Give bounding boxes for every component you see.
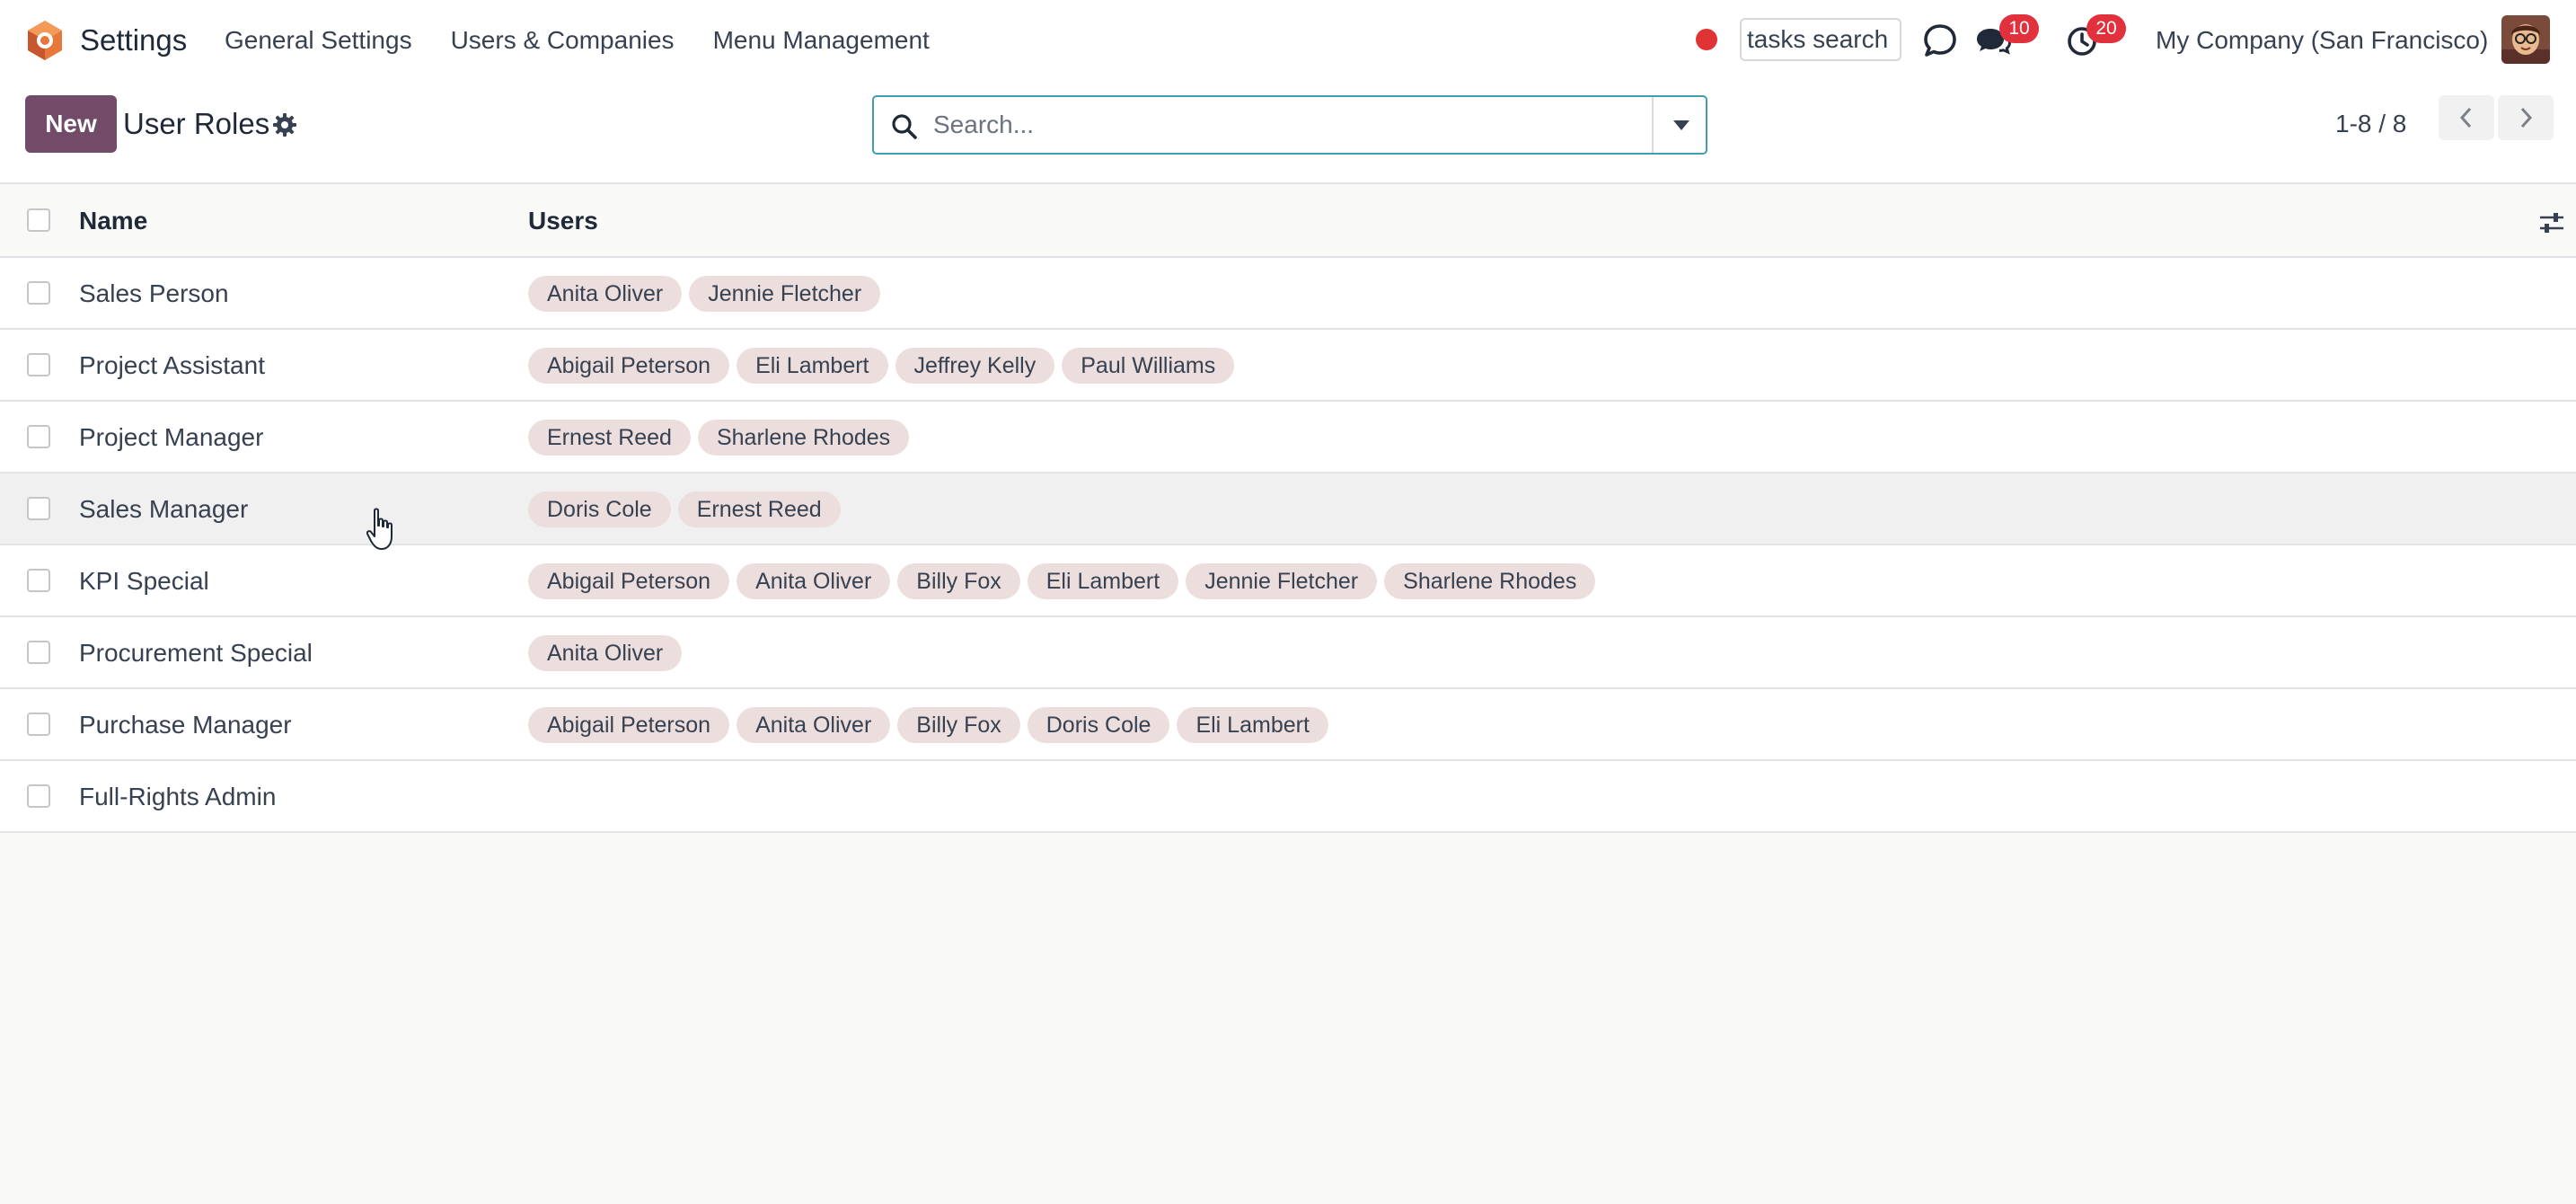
row-checkbox[interactable] [27,497,50,520]
user-tag[interactable]: Abigail Peterson [528,348,730,384]
user-tag[interactable]: Abigail Peterson [528,707,730,743]
gear-icon[interactable] [272,112,297,137]
user-tag[interactable]: Eli Lambert [737,348,888,384]
row-checkbox[interactable] [27,425,50,448]
role-name-cell[interactable]: Procurement Special [79,617,313,689]
caret-down-icon [1673,120,1689,130]
discuss-icon[interactable] [1919,20,1961,61]
user-tag[interactable]: Anita Oliver [737,563,891,599]
control-panel: New User Roles 1-8 / 8 [0,81,2576,184]
role-name-cell[interactable]: Project Assistant [79,330,265,402]
table-row[interactable]: KPI Special Abigail Peterson Anita Oliver B… [0,545,2576,617]
menu-users-companies[interactable]: Users & Companies [451,0,675,81]
user-tag[interactable]: Jennie Fletcher [689,276,881,312]
user-tag[interactable]: Ernest Reed [677,491,841,527]
table-row[interactable]: Purchase Manager Abigail Peterson Anita Ol… [0,689,2576,761]
menu-menu-management[interactable]: Menu Management [713,0,930,81]
users-cell[interactable]: Doris Cole Ernest Reed [528,491,848,527]
messages-badge: 10 [1999,14,2039,43]
role-name-cell[interactable]: Full-Rights Admin [79,761,276,833]
list-header: Name Users [0,184,2576,258]
pager-previous-button[interactable] [2439,95,2494,140]
pager-next-button[interactable] [2498,95,2554,140]
user-avatar[interactable] [2501,15,2550,64]
column-header-users[interactable]: Users [528,184,598,258]
users-cell[interactable]: Anita Oliver [528,635,689,671]
users-cell[interactable]: Abigail Peterson Eli Lambert Jeffrey Kelly… [528,348,1241,384]
company-switcher[interactable]: My Company (San Francisco) [2156,0,2488,81]
table-row[interactable]: Sales Person Anita Oliver Jennie Fletcher [0,258,2576,330]
users-cell[interactable]: Abigail Peterson Anita Oliver Billy Fox Dor… [528,707,1336,743]
users-cell[interactable]: Ernest Reed Sharlene Rhodes [528,420,916,456]
row-checkbox[interactable] [27,569,50,592]
role-name-cell[interactable]: Project Manager [79,402,263,474]
user-tag[interactable]: Doris Cole [1027,707,1170,743]
pager-value[interactable]: 1-8 / 8 [2335,95,2406,153]
pointer-cursor-icon [366,508,393,550]
column-header-name[interactable]: Name [79,184,147,258]
row-checkbox[interactable] [27,353,50,376]
search-options-toggle[interactable] [1652,97,1706,153]
user-tag[interactable]: Eli Lambert [1027,563,1179,599]
table-row[interactable]: Project Manager Ernest Reed Sharlene Rhode… [0,402,2576,474]
recording-indicator[interactable] [1696,29,1717,50]
users-cell[interactable]: Abigail Peterson Anita Oliver Billy Fox Eli… [528,563,1602,599]
user-tag[interactable]: Doris Cole [528,491,671,527]
user-tag[interactable]: Jennie Fletcher [1186,563,1378,599]
role-name-cell[interactable]: Purchase Manager [79,689,292,761]
user-tag[interactable]: Sharlene Rhodes [697,420,910,456]
app-name[interactable]: Settings [80,0,187,81]
chevron-right-icon [2520,107,2533,128]
search-icon [892,114,917,139]
search-input[interactable] [931,104,1614,146]
row-checkbox[interactable] [27,713,50,736]
row-checkbox[interactable] [27,281,50,305]
role-name-cell[interactable]: Sales Person [79,258,229,330]
user-tag[interactable]: Ernest Reed [528,420,691,456]
activities-badge: 20 [2086,14,2126,43]
page-title: User Roles [123,107,270,140]
table-row[interactable]: Full-Rights Admin [0,761,2576,833]
tasks-search-input[interactable] [1740,18,1901,61]
app-logo-icon[interactable] [23,19,66,62]
menu-general-settings[interactable]: General Settings [225,0,412,81]
user-tag[interactable]: Anita Oliver [737,707,891,743]
user-tag[interactable]: Billy Fox [897,707,1020,743]
role-name-cell[interactable]: KPI Special [79,545,209,617]
table-row[interactable]: Procurement Special Anita Oliver [0,617,2576,689]
role-name-cell[interactable]: Sales Manager [79,474,248,545]
user-tag[interactable]: Billy Fox [897,563,1020,599]
user-tag[interactable]: Anita Oliver [528,635,683,671]
row-checkbox[interactable] [27,641,50,664]
chevron-left-icon [2459,107,2472,128]
sliders-icon[interactable] [2538,209,2565,236]
select-all-checkbox[interactable] [27,208,50,232]
table-row[interactable]: Project Assistant Abigail Peterson Eli Lam… [0,330,2576,402]
user-tag[interactable]: Anita Oliver [528,276,683,312]
main-menu: General Settings Users & Companies Menu … [225,0,968,81]
search-bar [872,95,1707,155]
user-tag[interactable]: Sharlene Rhodes [1384,563,1596,599]
top-navbar: Settings General Settings Users & Compan… [0,0,2576,81]
user-tag[interactable]: Jeffrey Kelly [895,348,1055,384]
new-button[interactable]: New [25,95,117,153]
users-cell[interactable]: Anita Oliver Jennie Fletcher [528,276,887,312]
user-tag[interactable]: Eli Lambert [1177,707,1328,743]
user-tag[interactable]: Abigail Peterson [528,563,730,599]
user-tag[interactable]: Paul Williams [1062,348,1235,384]
row-checkbox[interactable] [27,784,50,808]
